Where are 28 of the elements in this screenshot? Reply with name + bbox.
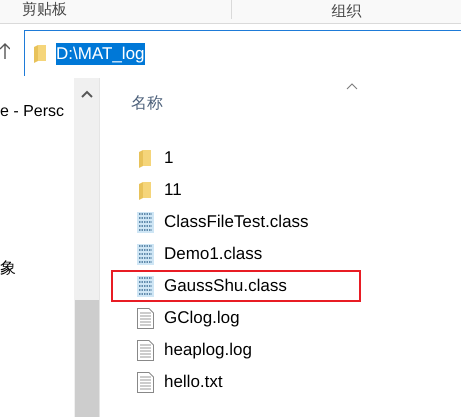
folder-icon [34, 44, 46, 62]
sort-caret-icon [346, 83, 358, 90]
nav-item[interactable]: 象 [0, 258, 74, 279]
ribbon-group-label: 剪贴板 [22, 0, 67, 19]
address-field[interactable]: D:\MAT_log [24, 30, 461, 76]
file-item[interactable]: Demo1.class [111, 238, 361, 270]
file-item[interactable]: GaussShu.class [111, 270, 361, 302]
scroll-up-icon[interactable] [80, 90, 92, 98]
binary-file-icon [137, 276, 154, 296]
file-item[interactable]: GClog.log [111, 302, 361, 334]
file-item[interactable]: 11 [111, 174, 361, 206]
binary-file-icon [137, 244, 154, 264]
nav-item[interactable]: e - Persc [0, 103, 74, 121]
file-item[interactable]: 1 [111, 142, 361, 174]
scrollbar[interactable] [74, 78, 100, 417]
text-file-icon [137, 372, 154, 392]
file-item[interactable]: ClassFileTest.class [111, 206, 361, 238]
scroll-thumb[interactable] [74, 300, 98, 417]
text-file-icon [137, 308, 154, 328]
folder-icon [137, 148, 154, 168]
up-arrow-icon[interactable] [0, 43, 10, 59]
folder-icon [137, 180, 154, 200]
file-item[interactable]: heaplog.log [111, 334, 361, 366]
ribbon-group-label: 组织 [332, 2, 362, 21]
binary-file-icon [137, 212, 154, 232]
column-header[interactable]: 名称 [131, 93, 163, 114]
file-item[interactable]: hello.txt [111, 366, 361, 398]
text-file-icon [137, 340, 154, 360]
